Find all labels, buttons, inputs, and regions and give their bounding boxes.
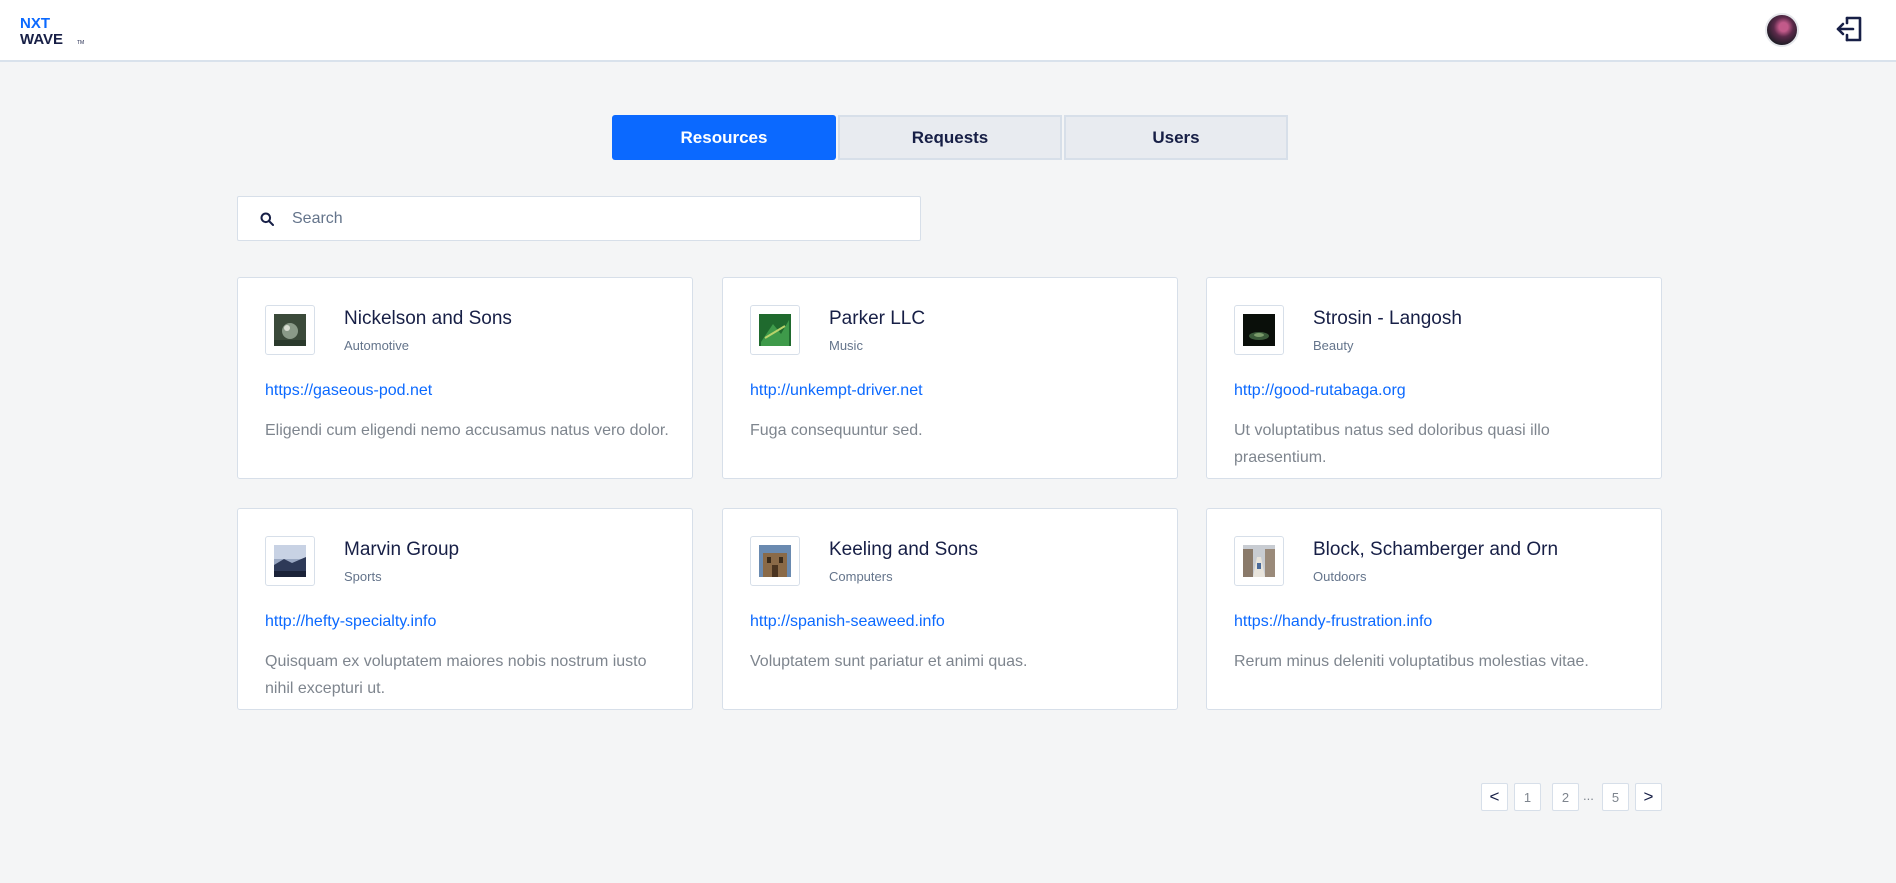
resource-category: Automotive [344,338,410,353]
pagination-prev-button[interactable]: < [1481,783,1508,811]
tab-requests[interactable]: Requests [838,115,1062,160]
resource-image-icon [759,545,791,577]
resource-description: Eligendi cum eligendi nemo accusamus nat… [265,422,669,439]
resource-image-icon [1243,545,1275,577]
resource-description: Ut voluptatibus natus sed doloribus quas… [1234,422,1550,466]
resource-link[interactable]: http://unkempt-driver.net [750,382,923,400]
nxtwave-logo[interactable]: NXT WAVE TM [20,14,88,48]
resource-card[interactable]: Strosin - Langosh Beauty http://good-rut… [1206,277,1662,479]
tab-resources[interactable]: Resources [612,115,836,160]
resource-link[interactable]: http://good-rutabaga.org [1234,382,1406,400]
resource-card[interactable]: Block, Schamberger and Orn Outdoors http… [1206,508,1662,710]
resource-thumbnail [750,536,800,586]
resource-card[interactable]: Marvin Group Sports http://hefty-special… [237,508,693,710]
top-header: NXT WAVE TM [0,0,1896,62]
resource-thumbnail [1234,305,1284,355]
pagination-next-button[interactable]: > [1635,783,1662,811]
resource-image-icon [274,545,306,577]
resource-link[interactable]: http://spanish-seaweed.info [750,613,945,631]
resource-category: Outdoors [1313,569,1367,584]
resource-image-icon [759,314,791,346]
pagination-page-2[interactable]: 2 [1552,783,1579,811]
resource-category: Computers [829,569,893,584]
resource-card[interactable]: Parker LLC Music http://unkempt-driver.n… [722,277,1178,479]
resource-image-icon [274,314,306,346]
resource-link[interactable]: http://hefty-specialty.info [265,613,436,631]
tab-bar: Resources Requests Users [612,115,1288,160]
resource-description: Quisquam ex voluptatem maiores nobis nos… [265,653,647,697]
resource-description: Rerum minus deleniti voluptatibus molest… [1234,653,1589,670]
resource-title: Parker LLC [829,308,926,329]
resource-title: Nickelson and Sons [344,308,512,329]
resource-category: Sports [344,569,382,584]
resource-image-icon [1243,314,1275,346]
resource-title: Block, Schamberger and Orn [1313,539,1559,560]
search-input[interactable] [292,209,892,228]
resource-thumbnail [1234,536,1284,586]
logo-line1: NXT [20,15,50,32]
tab-users[interactable]: Users [1064,115,1288,160]
resource-thumbnail [265,536,315,586]
resource-thumbnail [750,305,800,355]
user-avatar[interactable] [1765,13,1799,47]
resource-card[interactable]: Keeling and Sons Computers http://spanis… [722,508,1178,710]
logo-tm: TM [77,40,84,46]
resource-link[interactable]: https://handy-frustration.info [1234,613,1432,631]
resource-category: Beauty [1313,338,1354,353]
pagination-page-5[interactable]: 5 [1602,783,1629,811]
resource-description: Fuga consequuntur sed. [750,422,923,439]
resource-title: Keeling and Sons [829,539,978,560]
pagination-page-1[interactable]: 1 [1514,783,1541,811]
logo-line2: WAVE [20,31,63,48]
resource-card[interactable]: Nickelson and Sons Automotive https://ga… [237,277,693,479]
resource-category: Music [829,338,863,353]
resource-title: Strosin - Langosh [1313,308,1462,329]
resource-link[interactable]: https://gaseous-pod.net [265,382,432,400]
resource-title: Marvin Group [344,539,460,560]
resource-thumbnail [265,305,315,355]
search-bar [237,196,921,241]
search-icon [260,212,274,226]
logout-icon[interactable] [1834,13,1866,45]
resource-description: Voluptatem sunt pariatur et animi quas. [750,653,1028,670]
pagination-ellipsis: ... [1583,788,1594,803]
